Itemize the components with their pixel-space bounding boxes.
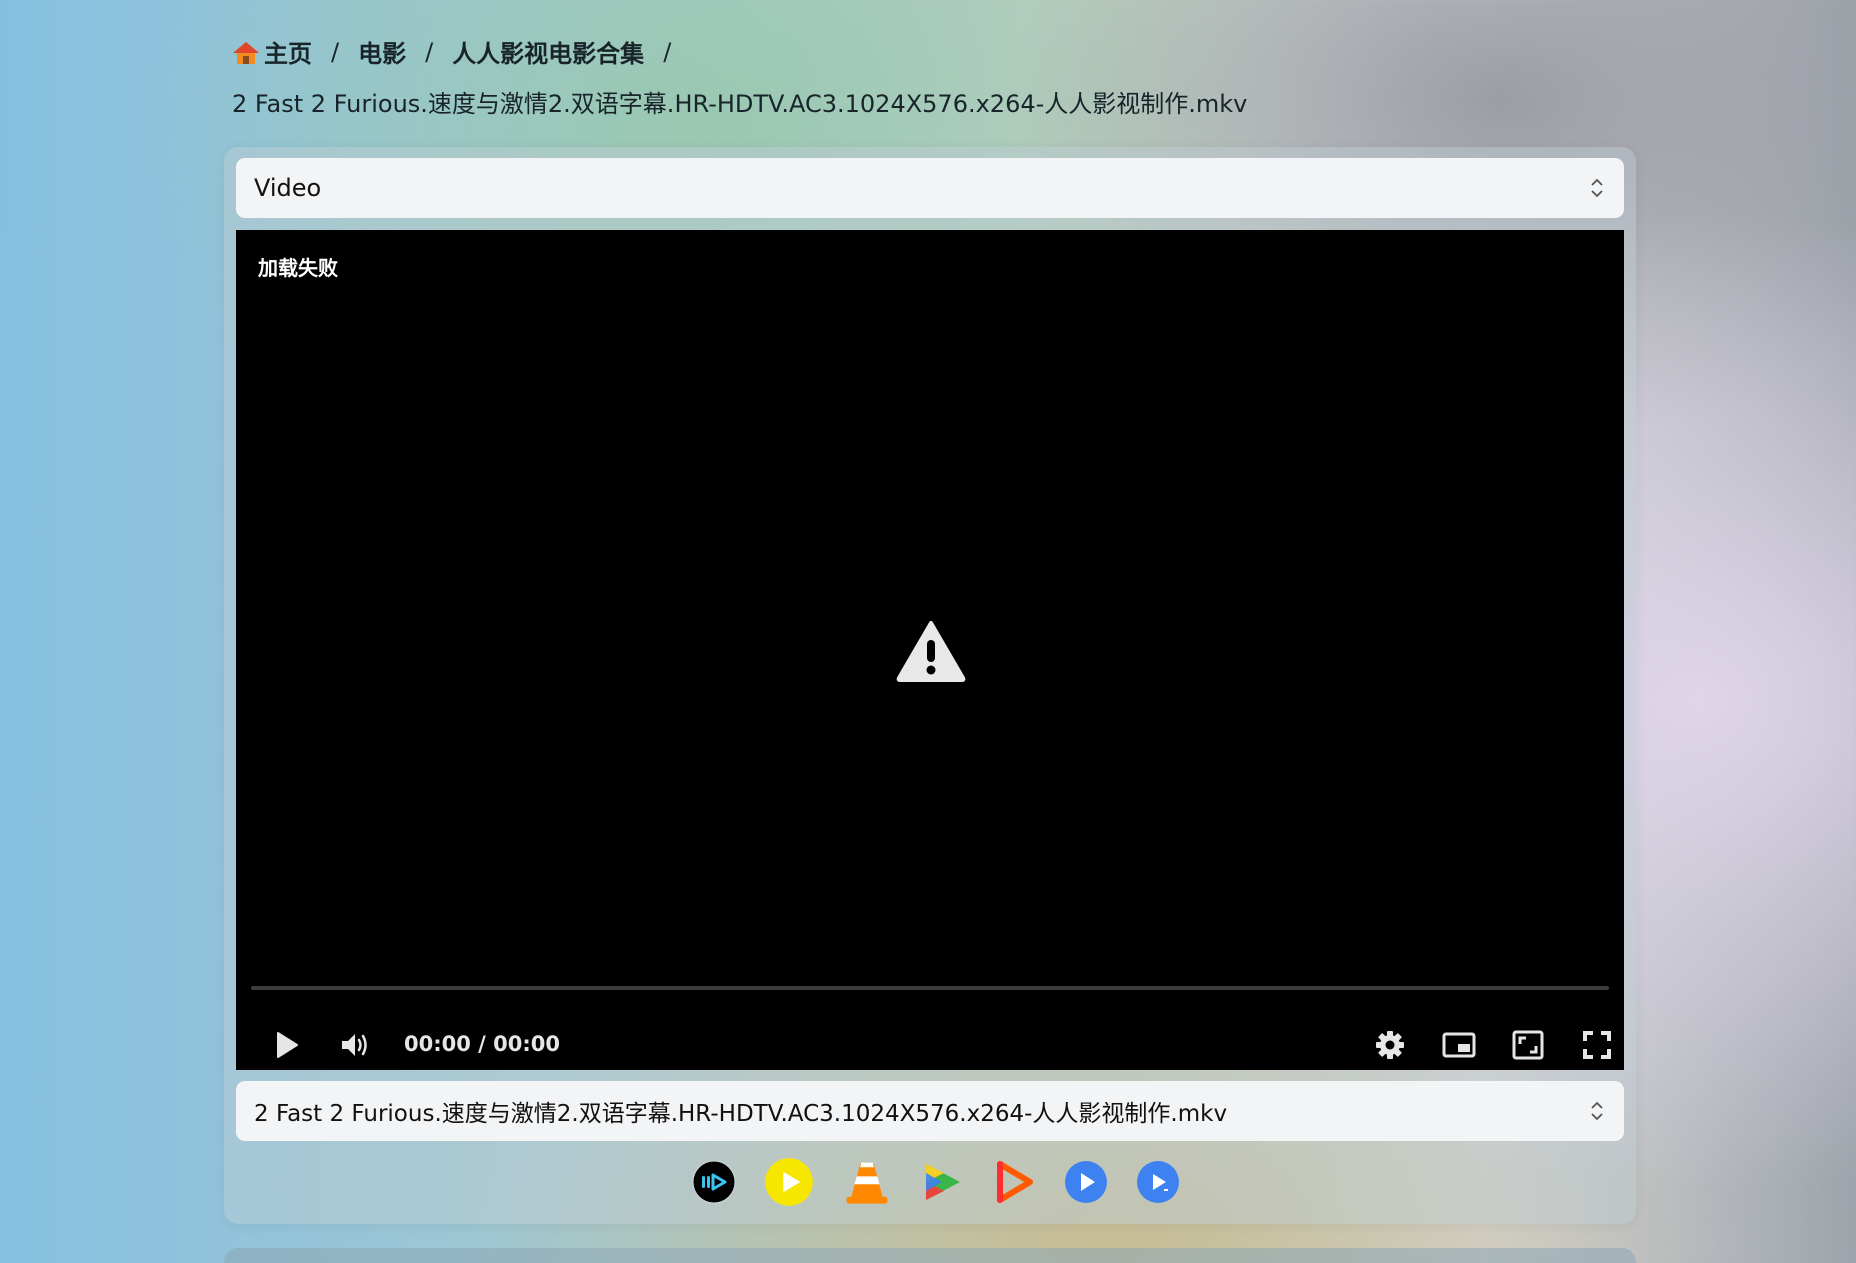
player-card: Video 加载失败 00:00 / 00:00 2 Fast 2 Furiou… xyxy=(224,147,1636,1224)
vlc-icon[interactable] xyxy=(842,1157,892,1207)
volume-icon xyxy=(342,1034,367,1056)
gear-icon xyxy=(1376,1031,1404,1059)
volume-button[interactable] xyxy=(340,1025,370,1065)
video-player[interactable]: 加载失败 00:00 / 00:00 xyxy=(236,230,1624,1070)
mx-player-icon[interactable] xyxy=(1136,1160,1180,1204)
potplayer-icon[interactable] xyxy=(764,1157,814,1207)
fullscreen-button[interactable] xyxy=(1582,1025,1612,1065)
source-select-value: Video xyxy=(254,174,322,202)
settings-button[interactable] xyxy=(1374,1025,1406,1065)
web-fullscreen-icon xyxy=(1512,1030,1544,1060)
play-button[interactable] xyxy=(274,1025,300,1065)
web-fullscreen-button[interactable] xyxy=(1512,1025,1544,1065)
file-select-value: 2 Fast 2 Furious.速度与激情2.双语字幕.HR-HDTV.AC3… xyxy=(254,1101,1228,1127)
play-icon xyxy=(277,1032,298,1058)
warning-icon xyxy=(896,621,966,682)
external-player-list xyxy=(692,1157,1180,1207)
next-card xyxy=(224,1248,1636,1263)
select-arrows-icon xyxy=(1591,178,1603,198)
iina-icon[interactable] xyxy=(692,1160,736,1204)
nplayer-icon[interactable] xyxy=(920,1160,964,1204)
fullscreen-icon xyxy=(1583,1031,1611,1059)
select-arrows-icon xyxy=(1591,1101,1603,1121)
breadcrumb-home-link[interactable]: 主页 xyxy=(264,34,312,69)
breadcrumb-separator: / xyxy=(331,37,340,66)
infuse-icon[interactable] xyxy=(992,1160,1036,1204)
breadcrumb-separator: / xyxy=(425,37,434,66)
page-title: 2 Fast 2 Furious.速度与激情2.双语字幕.HR-HDTV.AC3… xyxy=(232,90,1248,118)
source-select[interactable]: Video xyxy=(236,158,1624,218)
time-display: 00:00 / 00:00 xyxy=(404,1032,560,1056)
breadcrumb-movies-link[interactable]: 电影 xyxy=(358,34,406,69)
error-message: 加载失败 xyxy=(258,256,338,280)
mpv-icon[interactable] xyxy=(1064,1160,1108,1204)
breadcrumb-separator: / xyxy=(663,37,672,66)
breadcrumb: 主页 / 电影 / 人人影视电影合集 / xyxy=(232,34,690,69)
breadcrumb-collection-link[interactable]: 人人影视电影合集 xyxy=(452,34,644,69)
picture-in-picture-icon xyxy=(1442,1032,1476,1058)
pip-button[interactable] xyxy=(1442,1025,1476,1065)
file-select[interactable]: 2 Fast 2 Furious.速度与激情2.双语字幕.HR-HDTV.AC3… xyxy=(236,1081,1624,1141)
home-icon xyxy=(233,41,259,64)
progress-bar[interactable] xyxy=(251,986,1609,990)
